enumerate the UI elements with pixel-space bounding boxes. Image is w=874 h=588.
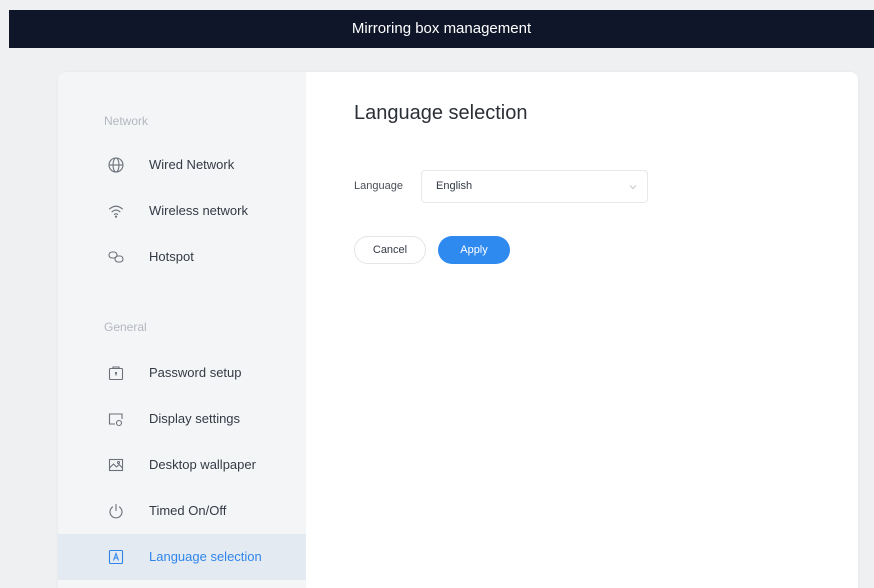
language-icon: [107, 548, 125, 566]
language-select-value: English: [436, 180, 473, 192]
section-title-general: General: [104, 320, 147, 334]
main-content: Language selection Language English Canc…: [306, 72, 858, 588]
sidebar-item-timed-on-off[interactable]: Timed On/Off: [58, 488, 306, 534]
sidebar-item-label: Language selection: [149, 549, 262, 564]
globe-icon: [107, 156, 125, 174]
sidebar-item-label: Hotspot: [149, 249, 194, 264]
page-title: Language selection: [354, 102, 528, 124]
sidebar-item-wireless-network[interactable]: Wireless network: [58, 188, 306, 234]
language-select[interactable]: English: [421, 170, 648, 203]
display-icon: [107, 410, 125, 428]
hotspot-link-icon: [107, 248, 125, 266]
sidebar: Network Wired Network Wireless network H…: [58, 72, 306, 588]
sidebar-item-label: Wireless network: [149, 203, 248, 218]
sidebar-item-label: Password setup: [149, 365, 242, 380]
sidebar-item-label: Wired Network: [149, 157, 235, 172]
cancel-button[interactable]: Cancel: [354, 236, 426, 264]
sidebar-item-password-setup[interactable]: Password setup: [58, 350, 306, 396]
title-bar: Mirroring box management: [9, 10, 874, 48]
password-lock-icon: [107, 364, 125, 382]
settings-panel: Network Wired Network Wireless network H…: [58, 72, 858, 588]
sidebar-item-label: Desktop wallpaper: [149, 457, 256, 472]
power-icon: [107, 502, 125, 520]
sidebar-item-desktop-wallpaper[interactable]: Desktop wallpaper: [58, 442, 306, 488]
chevron-down-icon: [628, 182, 638, 192]
section-title-network: Network: [104, 114, 149, 128]
sidebar-item-label: Display settings: [149, 411, 241, 426]
language-label: Language: [354, 180, 403, 192]
app-title: Mirroring box management: [351, 20, 532, 37]
sidebar-item-wired-network[interactable]: Wired Network: [58, 142, 306, 188]
wallpaper-image-icon: [107, 456, 125, 474]
apply-button[interactable]: Apply: [438, 236, 510, 264]
wifi-icon: [107, 202, 125, 220]
sidebar-item-language-selection[interactable]: Language selection: [58, 534, 306, 580]
sidebar-item-display-settings[interactable]: Display settings: [58, 396, 306, 442]
sidebar-item-label: Timed On/Off: [149, 503, 227, 518]
sidebar-item-hotspot[interactable]: Hotspot: [58, 234, 306, 280]
app-window: Mirroring box management Network Wired N…: [0, 0, 874, 588]
